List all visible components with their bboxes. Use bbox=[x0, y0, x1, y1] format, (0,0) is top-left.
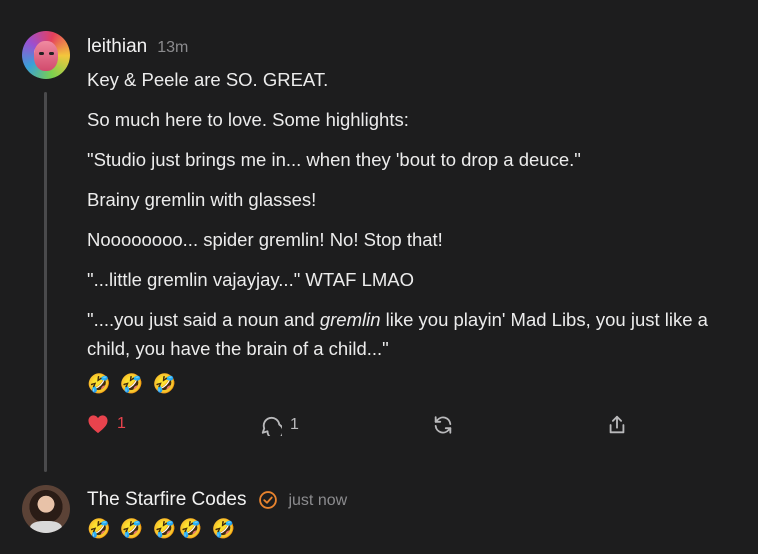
like-button[interactable]: 1 bbox=[87, 414, 126, 434]
comment-paragraph: Noooooooo... spider gremlin! No! Stop th… bbox=[87, 229, 443, 250]
share-icon bbox=[606, 414, 628, 436]
verified-icon bbox=[258, 490, 278, 510]
username[interactable]: leithian bbox=[87, 36, 147, 58]
comment-header: leithian 13m bbox=[87, 36, 188, 58]
reply-header: The Starfire Codes just now bbox=[87, 489, 347, 511]
comment-count: 1 bbox=[290, 416, 299, 433]
comment-paragraph: So much here to love. Some highlights: bbox=[87, 109, 409, 130]
thread-line bbox=[44, 92, 47, 472]
comment-actions: 1 1 bbox=[87, 414, 647, 442]
restack-icon bbox=[432, 414, 454, 436]
comment-paragraph: Brainy gremlin with glasses! bbox=[87, 189, 317, 210]
emoji-line: 🤣 🤣 🤣 bbox=[87, 374, 179, 395]
comment-paragraph: Key & Peele are SO. GREAT. bbox=[87, 69, 329, 90]
share-button[interactable] bbox=[606, 414, 628, 436]
heart-icon bbox=[87, 414, 109, 434]
timestamp[interactable]: just now bbox=[288, 492, 347, 510]
avatar[interactable] bbox=[22, 485, 70, 533]
timestamp[interactable]: 13m bbox=[157, 39, 188, 57]
comment-button[interactable]: 1 bbox=[260, 414, 299, 436]
comment-paragraph: "Studio just brings me in... when they '… bbox=[87, 149, 581, 170]
like-count: 1 bbox=[117, 415, 126, 432]
comment-paragraph: "....you just said a noun and gremlin li… bbox=[87, 309, 708, 359]
restack-button[interactable] bbox=[432, 414, 454, 436]
username[interactable]: The Starfire Codes bbox=[87, 489, 246, 511]
comment-paragraph: "...little gremlin vajayjay..." WTAF LMA… bbox=[87, 269, 415, 290]
avatar[interactable] bbox=[22, 31, 70, 79]
comment-icon bbox=[260, 414, 282, 436]
emoji-line: 🤣 🤣 🤣🤣 🤣 bbox=[87, 519, 238, 540]
comment-body: Key & Peele are SO. GREAT. So much here … bbox=[87, 65, 752, 374]
